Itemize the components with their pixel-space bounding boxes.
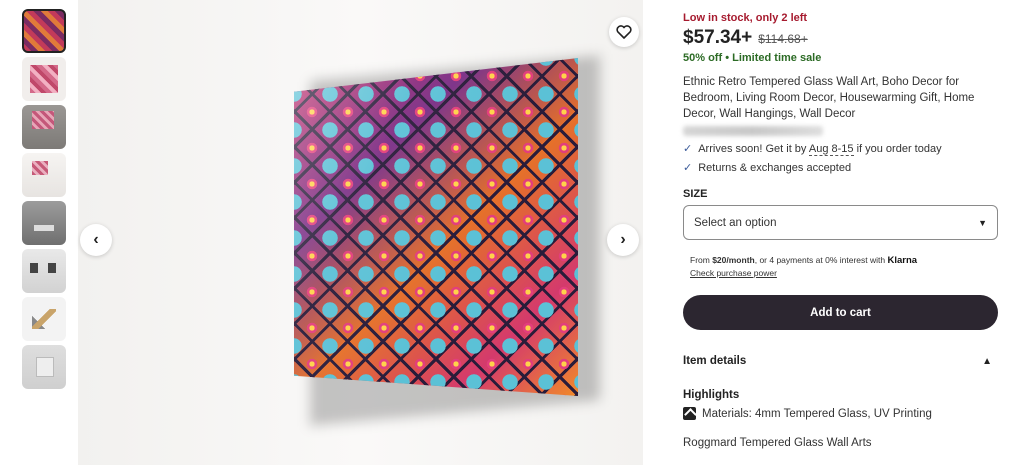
chevron-left-icon: ‹ <box>93 231 99 248</box>
delivery-text: Arrives soon! Get it by Aug 8-15 if you … <box>698 142 942 156</box>
discount-separator: • <box>725 52 730 64</box>
thumbnail-6[interactable] <box>22 249 66 293</box>
check-icon: ✓ <box>683 143 693 155</box>
product-artwork <box>294 58 578 396</box>
original-price: $114.68+ <box>758 32 808 46</box>
size-select[interactable]: Select an option ▼ <box>683 205 998 240</box>
discount-line: 50% off • Limited time sale <box>683 52 998 64</box>
item-details-toggle[interactable]: Item details ▲ <box>683 355 998 367</box>
materials-text: Materials: 4mm Tempered Glass, UV Printi… <box>702 407 932 420</box>
next-image-button[interactable]: › <box>607 224 639 256</box>
heart-icon <box>616 25 632 39</box>
thumbnail-1[interactable] <box>22 9 66 53</box>
listing-title: Ethnic Retro Tempered Glass Wall Art, Bo… <box>683 76 975 120</box>
shop-name-redacted[interactable] <box>683 126 823 136</box>
brand-line: Roggmard Tempered Glass Wall Arts <box>683 437 872 449</box>
delivery-line: ✓ Arrives soon! Get it by Aug 8-15 if yo… <box>683 142 998 156</box>
delivery-date[interactable]: Aug 8-15 <box>808 142 854 156</box>
discount-percent: 50% off <box>683 52 723 64</box>
caret-down-icon: ▼ <box>978 217 987 228</box>
materials-line: Materials: 4mm Tempered Glass, UV Printi… <box>683 407 998 420</box>
favorite-button[interactable] <box>609 17 639 47</box>
check-purchase-power-link[interactable]: Check purchase power <box>690 268 777 278</box>
thumbnail-4[interactable] <box>22 153 66 197</box>
thumbnail-8[interactable] <box>22 345 66 389</box>
thumbnail-2[interactable] <box>22 57 66 101</box>
monthly-price: $20/month <box>712 255 755 265</box>
materials-icon <box>683 407 696 420</box>
chevron-right-icon: › <box>620 231 626 248</box>
stock-notice: Low in stock, only 2 left <box>683 12 808 24</box>
price-row: $57.34+ $114.68+ <box>683 27 998 49</box>
main-product-image <box>78 0 643 465</box>
buy-box: Low in stock, only 2 left $57.34+ $114.6… <box>683 12 998 449</box>
current-price: $57.34+ <box>683 27 753 48</box>
size-select-value: Select an option <box>694 216 777 229</box>
thumbnail-strip <box>22 9 68 393</box>
chevron-up-icon: ▲ <box>982 355 992 367</box>
thumbnail-5[interactable] <box>22 201 66 245</box>
thumbnail-7[interactable] <box>22 297 66 341</box>
returns-line: ✓ Returns & exchanges accepted <box>683 161 998 175</box>
klarna-financing: From $20/month, or 4 payments at 0% inte… <box>690 255 918 278</box>
klarna-logo: Klarna <box>887 255 918 266</box>
highlights-heading: Highlights <box>683 389 740 401</box>
size-label: SIZE <box>683 188 708 200</box>
sale-note: Limited time sale <box>732 52 822 64</box>
returns-text: Returns & exchanges accepted <box>698 161 852 174</box>
thumbnail-3[interactable] <box>22 105 66 149</box>
add-to-cart-button[interactable]: Add to cart <box>683 295 998 330</box>
previous-image-button[interactable]: ‹ <box>80 224 112 256</box>
check-icon: ✓ <box>683 162 693 174</box>
item-details-header: Item details <box>683 355 747 367</box>
